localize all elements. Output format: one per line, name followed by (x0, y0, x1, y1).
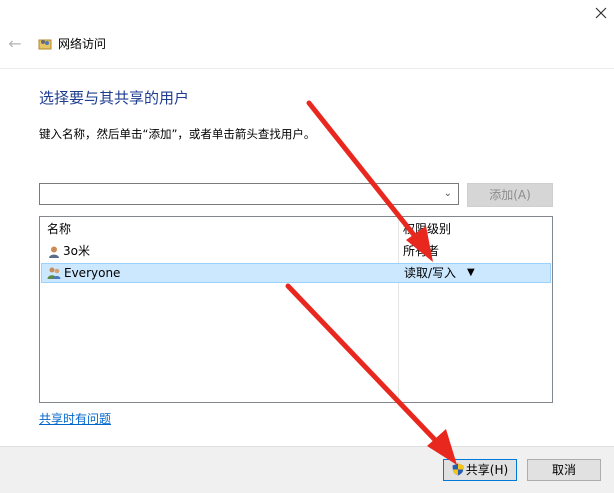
cancel-button[interactable]: 取消 (527, 459, 601, 481)
dialog-footer: 共享(H) 取消 (0, 446, 614, 493)
table-row[interactable]: 3o米 所有者 (41, 242, 551, 262)
user-name: Everyone (64, 266, 121, 280)
back-arrow-icon[interactable]: ← (6, 35, 24, 53)
column-header-name[interactable]: 名称 (47, 221, 71, 237)
dropdown-caret-icon[interactable]: ▼ (467, 264, 475, 282)
page-heading: 选择要与其共享的用户 (39, 89, 190, 107)
sharing-problem-link[interactable]: 共享时有问题 (39, 411, 111, 427)
close-icon[interactable] (594, 6, 608, 20)
user-name-combobox[interactable]: ⌄ (39, 183, 459, 205)
uac-shield-icon (452, 463, 464, 476)
permission-level: 所有者 (403, 244, 440, 258)
user-icon (49, 246, 59, 258)
window-title: 网络访问 (58, 37, 107, 51)
instruction-text: 键入名称，然后单击“添加”，或者单击箭头查找用户。 (39, 127, 316, 141)
add-button[interactable]: 添加(A) (467, 183, 553, 207)
title-bar: ← 网络访问 (0, 0, 614, 69)
share-button[interactable]: 共享(H) (443, 459, 517, 481)
table-row[interactable]: Everyone 读取/写入 ▼ (41, 263, 551, 283)
column-header-permission[interactable]: 权限级别 (403, 221, 451, 237)
group-icon (47, 267, 61, 279)
user-name: 3o米 (63, 244, 90, 258)
permissions-table: 名称 权限级别 3o米 所有者 Everyone 读取/写入 ▼ (39, 216, 553, 403)
permission-level-dropdown[interactable]: 读取/写入 (404, 264, 456, 282)
share-button-label: 共享(H) (465, 463, 509, 477)
network-folder-icon (38, 39, 52, 50)
chevron-down-icon[interactable]: ⌄ (444, 187, 452, 201)
